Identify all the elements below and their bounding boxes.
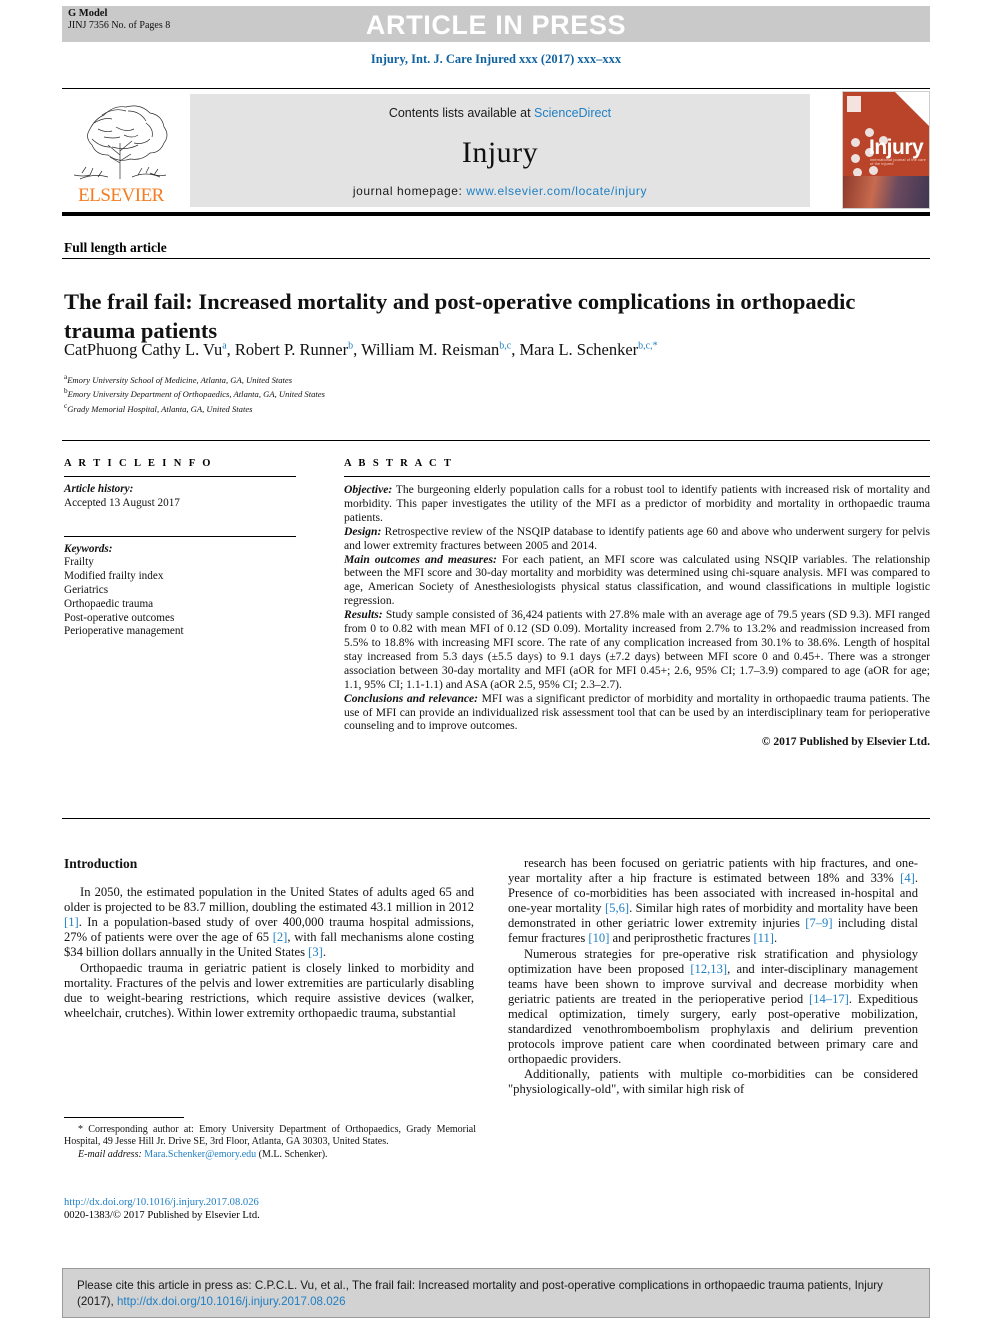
email-label: E-mail address: xyxy=(78,1148,142,1160)
author-list: CatPhuong Cathy L. Vua, Robert P. Runner… xyxy=(64,340,658,359)
abstract-main-outcomes: Main outcomes and measures: For each pat… xyxy=(344,553,930,609)
keyword-item: Modified frailty index xyxy=(64,570,164,583)
article-in-press-text: ARTICLE IN PRESS xyxy=(365,10,627,40)
article-info-heading: A R T I C L E I N F O xyxy=(64,458,213,469)
keyword-item: Frailty xyxy=(64,556,94,569)
article-type-label: Full length article xyxy=(64,240,167,255)
intro-paragraph: research has been focused on geriatric p… xyxy=(508,856,918,946)
citation-ref[interactable]: [5,6] xyxy=(605,901,629,915)
intro-paragraph: In 2050, the estimated population in the… xyxy=(64,885,475,960)
intro-paragraph: Numerous strategies for pre-operative ri… xyxy=(508,946,918,1067)
article-title: The frail fail: Increased mortality and … xyxy=(64,289,856,344)
article-history-value: Accepted 13 August 2017 xyxy=(64,496,180,509)
abstract-main-label: Main outcomes and measures: xyxy=(344,552,497,566)
cite-doi-link[interactable]: http://dx.doi.org/10.1016/j.injury.2017.… xyxy=(117,1295,346,1308)
email-link[interactable]: Mara.Schenker@emory.edu xyxy=(144,1149,256,1160)
elsevier-wordmark: ELSEVIER xyxy=(78,185,164,206)
keyword-item: Post-operative outcomes xyxy=(64,611,175,624)
abstract-column: A B S T R A C T Objective: The burgeonin… xyxy=(344,458,930,749)
keywords-block: Keywords: Frailty Modified frailty index… xyxy=(64,543,300,640)
elsevier-logo: ELSEVIER xyxy=(62,93,180,209)
abstract-conclusions: Conclusions and relevance: MFI was a sig… xyxy=(344,692,930,734)
citation-ref[interactable]: [12,13] xyxy=(690,962,727,976)
abstract-objective-label: Objective: xyxy=(344,483,393,496)
article-info-column: A R T I C L E I N F O Article history: A… xyxy=(64,458,300,639)
contents-lists-line: Contents lists available at ScienceDirec… xyxy=(190,106,810,120)
abstract-design-label: Design: xyxy=(344,524,382,538)
email-suffix: (M.L. Schenker). xyxy=(256,1148,328,1160)
abstract-design: Design: Retrospective review of the NSQI… xyxy=(344,525,930,553)
citation-ref[interactable]: [1] xyxy=(64,915,79,929)
cover-title-text: Injury xyxy=(869,136,924,159)
citation-ref[interactable]: [10] xyxy=(588,931,609,945)
doi-link[interactable]: http://dx.doi.org/10.1016/j.injury.2017.… xyxy=(64,1196,484,1209)
cover-subtitle-text: international journal of the care of the… xyxy=(870,158,926,166)
affiliation-text: Emory University Department of Orthopaed… xyxy=(67,389,325,400)
abstract-design-text: Retrospective review of the NSQIP databa… xyxy=(344,524,930,552)
abstract-copyright: © 2017 Published by Elsevier Ltd. xyxy=(761,735,930,749)
citation-ref[interactable]: [7–9] xyxy=(805,916,832,930)
article-info-rule xyxy=(64,476,296,477)
keywords-label: Keywords: xyxy=(64,542,113,555)
cover-corner-fold xyxy=(895,92,929,126)
citation-ref[interactable]: [2] xyxy=(273,930,288,944)
footnote-block: * Corresponding author at: Emory Univers… xyxy=(64,1124,476,1161)
introduction-heading: Introduction xyxy=(64,856,138,871)
abstract-heading: A B S T R A C T xyxy=(344,458,454,469)
abstract-rule xyxy=(344,476,930,477)
journal-name: Injury xyxy=(461,136,539,169)
keyword-item: Geriatrics xyxy=(64,583,109,596)
abstract-objective-text: The burgeoning elderly population calls … xyxy=(344,483,930,524)
affiliation-item: bEmory University Department of Orthopae… xyxy=(64,386,664,400)
article-history-block: Article history: Accepted 13 August 2017 xyxy=(64,483,300,511)
citation-ref[interactable]: [4] xyxy=(900,871,915,885)
introduction-right-column: research has been focused on geriatric p… xyxy=(508,856,918,1098)
introduction-left-column: Introduction In 2050, the estimated popu… xyxy=(64,856,474,1021)
masthead-center-panel: Contents lists available at ScienceDirec… xyxy=(190,94,810,207)
affiliation-item: cGrady Memorial Hospital, Atlanta, GA, U… xyxy=(64,401,664,415)
keyword-item: Orthopaedic trauma xyxy=(64,597,154,610)
citation-ref[interactable]: [11] xyxy=(753,931,774,945)
abstract-results-text: Study sample consisted of 36,424 patient… xyxy=(344,608,930,691)
issn-copyright-line: 0020-1383/© 2017 Published by Elsevier L… xyxy=(64,1210,260,1221)
citation-ref[interactable]: [14–17] xyxy=(809,992,849,1006)
cover-publisher-mark xyxy=(847,96,861,112)
abstract-results-label: Results: xyxy=(344,608,383,622)
abstract-objective: Objective: The burgeoning elderly popula… xyxy=(344,483,930,525)
homepage-prefix: journal homepage: xyxy=(352,184,467,198)
doi-block: http://dx.doi.org/10.1016/j.injury.2017.… xyxy=(64,1196,484,1222)
journal-masthead: ELSEVIER Contents lists available at Sci… xyxy=(62,88,930,210)
homepage-url[interactable]: www.elsevier.com/locate/injury xyxy=(466,184,647,198)
info-bottom-rule xyxy=(62,818,930,819)
masthead-bottom-rule xyxy=(62,212,930,216)
abstract-conclusions-label: Conclusions and relevance: xyxy=(344,691,479,705)
journal-citation-line: Injury, Int. J. Care Injured xxx (2017) … xyxy=(370,52,622,66)
affiliation-text: Emory University School of Medicine, Atl… xyxy=(67,374,293,385)
article-in-press-banner: G Model JINJ 7356 No. of Pages 8 ARTICLE… xyxy=(62,6,930,42)
citation-ref[interactable]: [3] xyxy=(308,945,323,959)
info-top-rule xyxy=(62,440,930,441)
title-divider xyxy=(62,258,930,259)
email-note: E-mail address: Mara.Schenker@emory.edu … xyxy=(64,1149,476,1161)
journal-homepage-line: journal homepage: www.elsevier.com/locat… xyxy=(190,184,810,198)
corresponding-text: Corresponding author at: Emory Universit… xyxy=(64,1124,476,1148)
affiliation-list: aEmory University School of Medicine, At… xyxy=(64,372,664,415)
footnote-divider xyxy=(64,1117,184,1118)
sciencedirect-link[interactable]: ScienceDirect xyxy=(534,106,611,120)
intro-paragraph: Additionally, patients with multiple co-… xyxy=(508,1067,918,1097)
affiliation-item: aEmory University School of Medicine, At… xyxy=(64,372,664,386)
corresponding-author-note: * Corresponding author at: Emory Univers… xyxy=(64,1124,476,1149)
cite-this-article-box: Please cite this article in press as: C.… xyxy=(62,1268,930,1318)
keywords-rule xyxy=(64,535,296,537)
keyword-item: Perioperative management xyxy=(64,625,184,638)
elsevier-tree-icon xyxy=(73,105,168,180)
contents-prefix: Contents lists available at xyxy=(388,106,535,120)
intro-paragraph: Orthopaedic trauma in geriatric patient … xyxy=(64,960,474,1020)
abstract-body: Objective: The burgeoning elderly popula… xyxy=(344,483,930,749)
journal-cover-thumbnail: Injury international journal of the care… xyxy=(842,91,930,209)
cover-photo-strip xyxy=(843,176,929,208)
affiliation-text: Grady Memorial Hospital, Atlanta, GA, Un… xyxy=(67,403,253,414)
article-history-label: Article history: xyxy=(64,483,134,495)
abstract-results: Results: Study sample consisted of 36,42… xyxy=(344,608,930,691)
